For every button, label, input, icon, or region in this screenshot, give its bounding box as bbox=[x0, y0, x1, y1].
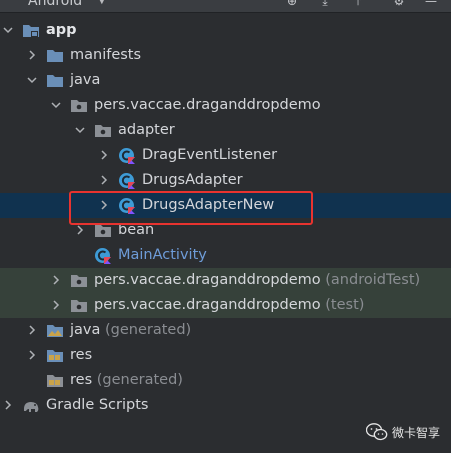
tree-item[interactable]: DragEventListener bbox=[0, 143, 451, 168]
chevron-down-icon[interactable] bbox=[2, 24, 14, 36]
tree-item-label: MainActivity bbox=[118, 246, 207, 265]
tree-item-name: adapter bbox=[118, 122, 175, 138]
chevron-right-icon[interactable] bbox=[2, 399, 14, 411]
collapse-all-icon[interactable]: ⤒ bbox=[351, 0, 365, 8]
locate-icon[interactable]: ⊕ bbox=[285, 0, 299, 8]
chevron-right-icon[interactable] bbox=[98, 199, 110, 211]
expand-all-icon[interactable]: ⤓ bbox=[318, 0, 332, 8]
chevron-right-icon[interactable] bbox=[98, 174, 110, 186]
tree-item-label: manifests bbox=[70, 46, 141, 65]
minimize-icon[interactable]: — bbox=[424, 0, 438, 8]
chevron-right-icon[interactable] bbox=[26, 349, 38, 361]
tree-item-label: adapter bbox=[118, 121, 175, 140]
res-folder-icon bbox=[46, 347, 64, 364]
tree-item-label: pers.vaccae.draganddropdemo (androidTest… bbox=[94, 271, 420, 290]
chevron-right-icon[interactable] bbox=[74, 224, 86, 236]
tree-item[interactable]: DrugsAdapterNew bbox=[0, 193, 451, 218]
chevron-right-icon[interactable] bbox=[98, 149, 110, 161]
chevron-right-icon[interactable] bbox=[26, 324, 38, 336]
tree-item-label: pers.vaccae.draganddropdemo bbox=[94, 96, 321, 115]
tree-item-name: pers.vaccae.draganddropdemo bbox=[94, 272, 321, 288]
chevron-down-icon[interactable]: ▼ bbox=[98, 0, 106, 6]
tree-item-name: pers.vaccae.draganddropdemo bbox=[94, 297, 321, 313]
chevron-right-icon[interactable] bbox=[26, 49, 38, 61]
package-icon bbox=[94, 122, 112, 139]
tree-item-name: pers.vaccae.draganddropdemo bbox=[94, 97, 321, 113]
tree-item[interactable]: manifests bbox=[0, 43, 451, 68]
tree-item-suffix: (generated) bbox=[100, 322, 192, 338]
tree-item-name: DrugsAdapterNew bbox=[142, 197, 275, 213]
tree-item-name: res bbox=[70, 347, 93, 363]
gear-icon[interactable]: ⚙ bbox=[392, 0, 406, 8]
tree-item-name: java bbox=[70, 72, 101, 88]
tree-item-name: app bbox=[46, 22, 77, 38]
tree-item-label: DrugsAdapterNew bbox=[142, 196, 274, 215]
package-icon bbox=[70, 297, 88, 314]
tree-item[interactable]: Gradle Scripts bbox=[0, 393, 451, 418]
folder-icon bbox=[46, 47, 64, 64]
tree-item-name: MainActivity bbox=[118, 247, 207, 263]
tree-item[interactable]: java (generated) bbox=[0, 318, 451, 343]
gradle-elephant-icon bbox=[22, 397, 40, 414]
tree-item-name: DragEventListener bbox=[142, 147, 278, 163]
kotlin-class-icon bbox=[118, 147, 136, 164]
tree-item-label: res bbox=[70, 346, 92, 365]
tree-item-label: DragEventListener bbox=[142, 146, 277, 165]
chevron-right-icon[interactable] bbox=[50, 274, 62, 286]
tree-item-label: bean bbox=[118, 221, 154, 240]
chevron-down-icon[interactable] bbox=[74, 124, 86, 136]
kotlin-class-icon bbox=[94, 247, 112, 264]
module-folder-icon bbox=[22, 22, 40, 39]
chevron-down-icon[interactable] bbox=[50, 99, 62, 111]
tree-item[interactable]: MainActivity bbox=[0, 243, 451, 268]
tree-item[interactable]: java bbox=[0, 68, 451, 93]
tree-item-label: app bbox=[46, 21, 77, 40]
tree-item[interactable]: pers.vaccae.draganddropdemo bbox=[0, 93, 451, 118]
tree-item-name: Gradle Scripts bbox=[46, 397, 149, 413]
watermark: 微卡智享 bbox=[366, 420, 440, 444]
kotlin-class-icon bbox=[118, 197, 136, 214]
chevron-right-icon[interactable] bbox=[50, 299, 62, 311]
package-icon bbox=[70, 97, 88, 114]
tree-item-label: res (generated) bbox=[70, 371, 183, 390]
kotlin-class-icon bbox=[118, 172, 136, 189]
tree-item-label: java (generated) bbox=[70, 321, 191, 340]
project-toolbar: Android ▼ ⊕ ⤓ ⤒ ⚙ — bbox=[0, 0, 451, 13]
tree-item-label: DrugsAdapter bbox=[142, 171, 243, 190]
chevron-down-icon[interactable] bbox=[26, 74, 38, 86]
folder-icon bbox=[46, 72, 64, 89]
tree-item[interactable]: pers.vaccae.draganddropdemo (androidTest… bbox=[0, 268, 451, 293]
tree-item-name: java bbox=[70, 322, 101, 338]
package-icon bbox=[94, 222, 112, 239]
tree-item[interactable]: app bbox=[0, 18, 451, 43]
tree-item-suffix: (generated) bbox=[92, 372, 183, 388]
wechat-icon bbox=[366, 423, 388, 441]
tree-item-name: DrugsAdapter bbox=[142, 172, 243, 188]
tree-item[interactable]: bean bbox=[0, 218, 451, 243]
tree-item[interactable]: res (generated) bbox=[0, 368, 451, 393]
tree-item-label: java bbox=[70, 71, 100, 90]
package-icon bbox=[70, 272, 88, 289]
tree-item-suffix: (androidTest) bbox=[320, 272, 421, 288]
res-generated-folder-icon bbox=[46, 372, 64, 389]
view-selector[interactable]: Android bbox=[28, 0, 82, 10]
tree-item-label: Gradle Scripts bbox=[46, 396, 148, 415]
tree-item[interactable]: res bbox=[0, 343, 451, 368]
tree-item[interactable]: adapter bbox=[0, 118, 451, 143]
tree-item-suffix: (test) bbox=[320, 297, 365, 313]
tree-item-name: res bbox=[70, 372, 93, 388]
tree-item-name: manifests bbox=[70, 47, 142, 63]
tree-item[interactable]: DrugsAdapter bbox=[0, 168, 451, 193]
tree-item-label: pers.vaccae.draganddropdemo (test) bbox=[94, 296, 364, 315]
tree-item[interactable]: pers.vaccae.draganddropdemo (test) bbox=[0, 293, 451, 318]
tree-item-name: bean bbox=[118, 222, 155, 238]
watermark-text: 微卡智享 bbox=[392, 425, 441, 440]
generated-folder-icon bbox=[46, 322, 64, 339]
